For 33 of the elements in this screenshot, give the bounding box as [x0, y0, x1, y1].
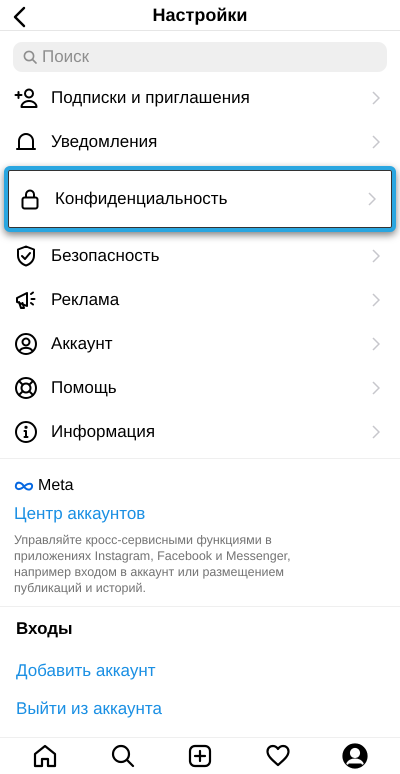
settings-item[interactable]: Конфиденциальность [4, 166, 396, 232]
back-icon[interactable] [12, 6, 26, 28]
item-label: Реклама [51, 290, 120, 310]
item-label: Уведомления [51, 132, 158, 152]
infinity-logo-icon [14, 480, 34, 492]
person-add-icon [14, 86, 38, 110]
shield-check-icon [14, 244, 38, 268]
brand-name: Meta [38, 477, 74, 496]
info-icon [14, 420, 38, 444]
chevron-icon [372, 337, 380, 352]
description-text: Управляйте кросс-сервисными функциями в приложениях Instagram, Facebook и Messenger, например входом в аккаунт или размещением публикаций и историй. [14, 532, 292, 596]
chevron-icon [372, 135, 380, 150]
chevron-icon [372, 249, 380, 264]
section-title: Входы [16, 619, 74, 640]
item-label: Помощь [51, 378, 118, 398]
search-field[interactable]: Поиск [13, 42, 387, 72]
item-label: Информация [51, 422, 156, 442]
screen-title: Настройки [152, 4, 248, 26]
item-label: Безопасность [51, 246, 160, 266]
chevron-icon [372, 91, 380, 106]
person-circle-icon [14, 332, 38, 356]
plus-square-icon[interactable] [187, 743, 213, 770]
chevron-icon [368, 192, 376, 206]
chevron-icon [372, 381, 380, 396]
item-label: Подписки и приглашения [51, 88, 251, 108]
lifebuoy-icon [14, 376, 38, 400]
item-label: Аккаунт [51, 334, 114, 354]
search-icon[interactable] [110, 743, 136, 770]
item-label: Конфиденциальность [55, 189, 228, 210]
chevron-icon [372, 425, 380, 440]
chevron-icon [372, 293, 380, 308]
person-circle-icon[interactable] [342, 743, 368, 770]
home-icon[interactable] [32, 743, 58, 770]
